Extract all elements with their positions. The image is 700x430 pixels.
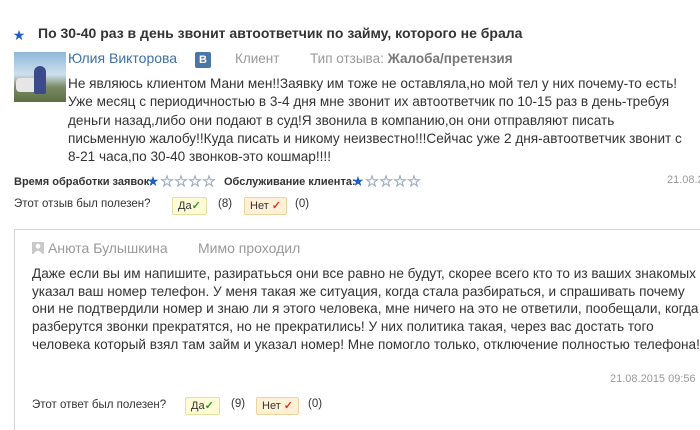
star-icon: ★: [146, 173, 160, 189]
no-count: (0): [295, 198, 310, 210]
useful-question: Этот отзыв был полезен?: [14, 198, 151, 210]
reply-useful-no-button[interactable]: Нет ✓: [256, 396, 300, 415]
star-icon: ★: [365, 173, 379, 189]
reply-text: Даже если вы им напишите, разиратьься он…: [32, 266, 700, 352]
review-type-value: Жалоба/претензия: [387, 51, 513, 66]
check-icon: ✓: [283, 400, 294, 412]
avatar[interactable]: [14, 52, 66, 102]
star-icon: ★: [351, 173, 365, 189]
processing-stars: ★★★★★: [146, 173, 216, 191]
reply-useful-question: Этот ответ был полезен?: [32, 399, 167, 411]
vk-icon[interactable]: В: [195, 52, 211, 68]
star-icon: ★: [174, 173, 188, 189]
yes-label: Да: [178, 200, 192, 212]
service-stars: ★★★★★: [351, 173, 421, 191]
reply-yes-count: (9): [231, 398, 246, 410]
reply-date: 21.08.2015 09:56: [610, 373, 696, 385]
reply-no-count: (0): [308, 398, 323, 410]
star-icon: ★: [407, 173, 421, 189]
yes-label: Да: [191, 400, 205, 412]
check-icon: ✓: [204, 400, 214, 412]
check-icon: ✓: [191, 200, 201, 212]
useful-yes-button[interactable]: Да✓: [172, 196, 207, 215]
review-rating-stars: ★: [12, 27, 26, 45]
check-icon: ✓: [271, 200, 282, 212]
review-date: 21.08.2: [667, 174, 700, 186]
review-type: Тип отзыва: Жалоба/претензия: [310, 51, 513, 66]
no-label: Нет: [250, 200, 269, 212]
reply-author: Анюта Булышкина: [48, 240, 168, 256]
review-title[interactable]: По 30-40 раз в день звонит автоответчик …: [38, 25, 522, 41]
service-label: Обслуживание клиента:: [224, 176, 356, 188]
yes-count: (8): [218, 198, 233, 210]
review-type-label: Тип отзыва:: [310, 51, 384, 66]
star-icon: ★: [393, 173, 407, 189]
reply-author-status: Мимо проходил: [198, 240, 301, 256]
star-icon: ★: [12, 27, 26, 43]
star-icon: ★: [160, 173, 174, 189]
star-icon: ★: [202, 173, 216, 189]
useful-no-button[interactable]: Нет ✓: [244, 196, 288, 215]
processing-label: Время обработки заявок:: [14, 176, 153, 188]
star-icon: ★: [379, 173, 393, 189]
author-type: Клиент: [235, 51, 280, 66]
no-label: Нет: [262, 400, 281, 412]
review-text: Не являюсь клиентом Мани мен!!Заявку им …: [68, 76, 682, 165]
user-icon: [32, 242, 44, 254]
author-link[interactable]: Юлия Викторова: [68, 50, 177, 66]
reply-useful-yes-button[interactable]: Да✓: [185, 396, 220, 415]
star-icon: ★: [188, 173, 202, 189]
